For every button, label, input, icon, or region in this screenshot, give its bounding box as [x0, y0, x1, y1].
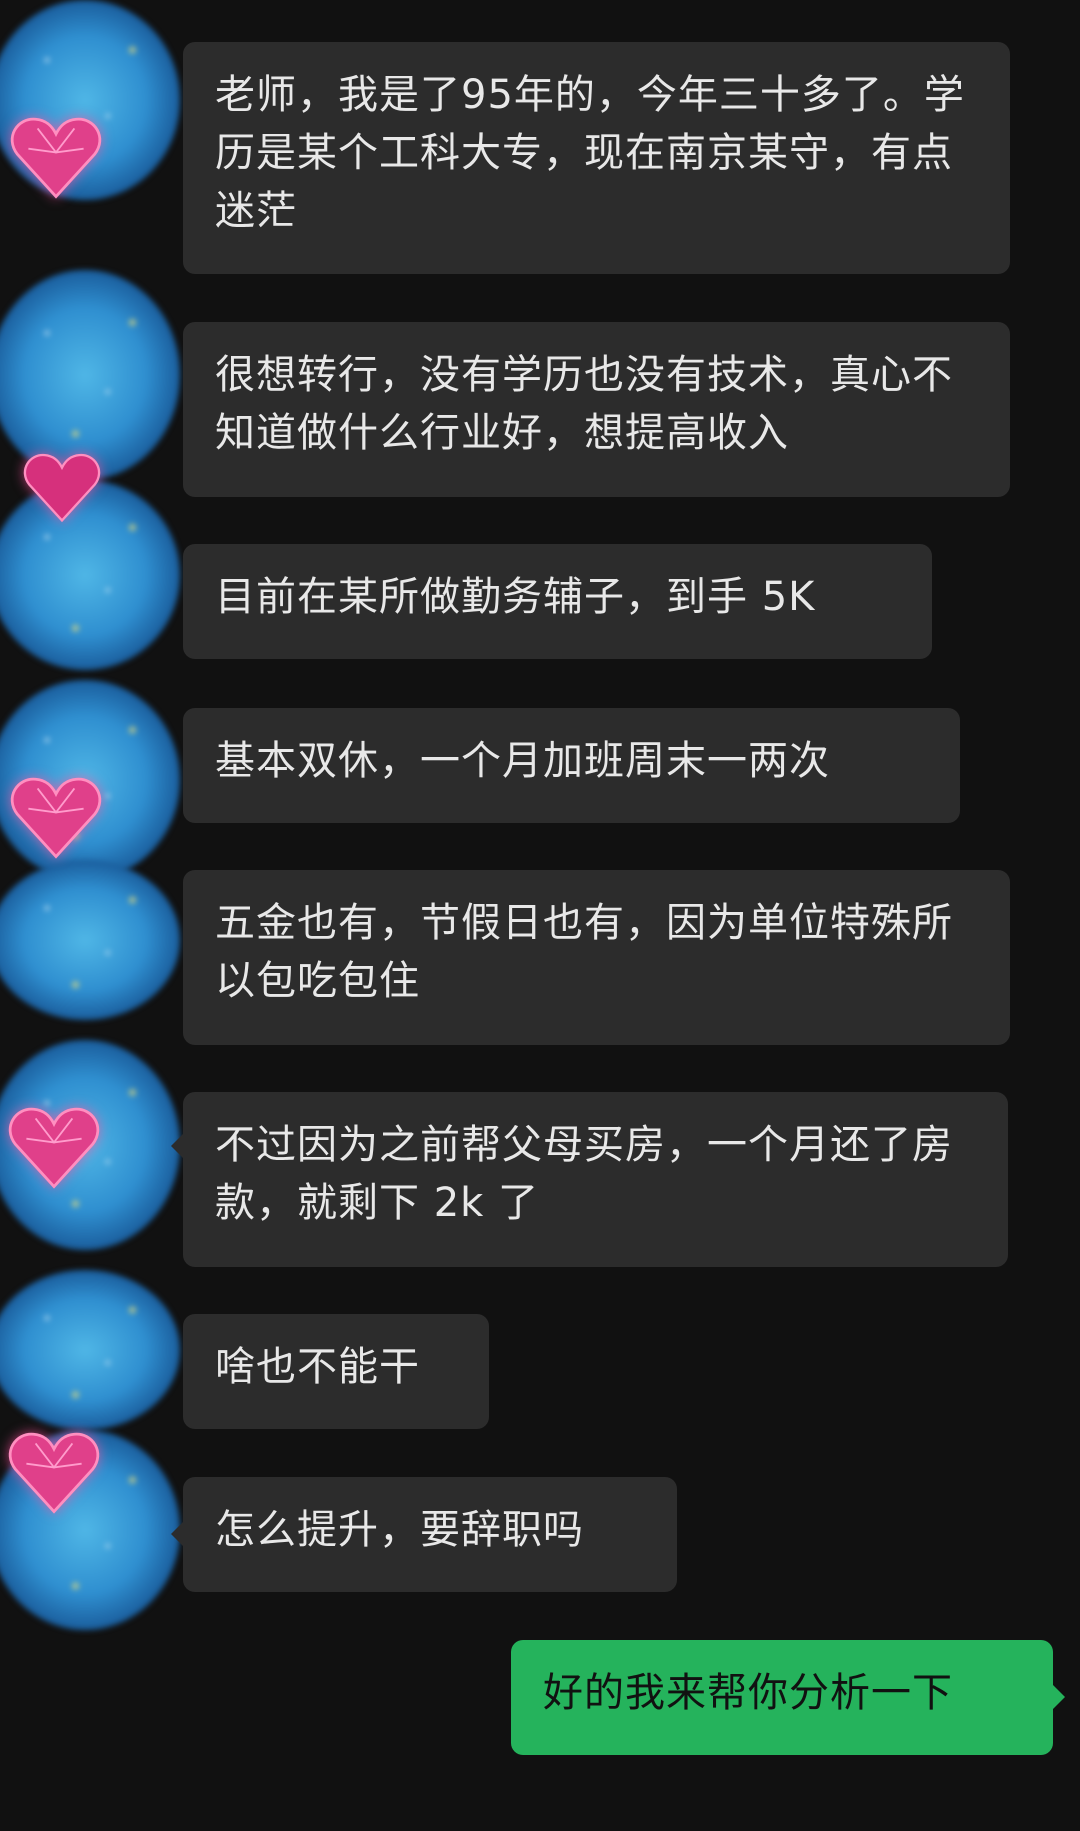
message-bubble-incoming[interactable]: 很想转行，没有学历也没有技术，真心不知道做什么行业好，想提高收入: [183, 322, 1010, 497]
message-text: 不过因为之前帮父母买房，一个月还了房款，就剩下 2k 了: [215, 1122, 953, 1226]
message-text: 很想转行，没有学历也没有技术，真心不知道做什么行业好，想提高收入: [215, 352, 953, 456]
avatar-icon[interactable]: [0, 270, 180, 480]
heart-icon: [10, 777, 102, 859]
bubble-tail: [171, 1522, 183, 1546]
message-text: 好的我来帮你分析一下: [543, 1670, 953, 1716]
message-text: 目前在某所做勤务辅子，到手 5K: [215, 574, 816, 620]
message-bubble-incoming[interactable]: 目前在某所做勤务辅子，到手 5K: [183, 544, 932, 659]
message-bubble-incoming[interactable]: 基本双休，一个月加班周末一两次: [183, 708, 960, 823]
avatar-icon[interactable]: [0, 1270, 180, 1430]
bubble-tail: [1053, 1685, 1065, 1709]
message-text: 啥也不能干: [215, 1344, 420, 1390]
bubble-tail: [171, 1134, 183, 1158]
message-bubble-incoming[interactable]: 不过因为之前帮父母买房，一个月还了房款，就剩下 2k 了: [183, 1092, 1008, 1267]
message-text: 五金也有，节假日也有，因为单位特殊所以包吃包住: [215, 900, 953, 1004]
heart-icon: [8, 1107, 100, 1189]
message-bubble-incoming[interactable]: 怎么提升，要辞职吗: [183, 1477, 677, 1592]
message-bubble-incoming[interactable]: 啥也不能干: [183, 1314, 489, 1429]
message-text: 基本双休，一个月加班周末一两次: [215, 738, 830, 784]
message-text: 怎么提升，要辞职吗: [215, 1507, 584, 1553]
heart-icon: [23, 453, 101, 522]
message-bubble-incoming[interactable]: 老师，我是了95年的，今年三十多了。学历是某个工科大专，现在南京某守，有点迷茫: [183, 42, 1010, 274]
message-bubble-outgoing[interactable]: 好的我来帮你分析一下: [511, 1640, 1053, 1755]
message-bubble-incoming[interactable]: 五金也有，节假日也有，因为单位特殊所以包吃包住: [183, 870, 1010, 1045]
contact-avatar-column: [0, 0, 185, 1640]
message-text: 老师，我是了95年的，今年三十多了。学历是某个工科大专，现在南京某守，有点迷茫: [215, 72, 965, 234]
heart-icon: [8, 1432, 100, 1514]
avatar-icon[interactable]: [0, 860, 180, 1020]
heart-icon: [10, 117, 102, 199]
